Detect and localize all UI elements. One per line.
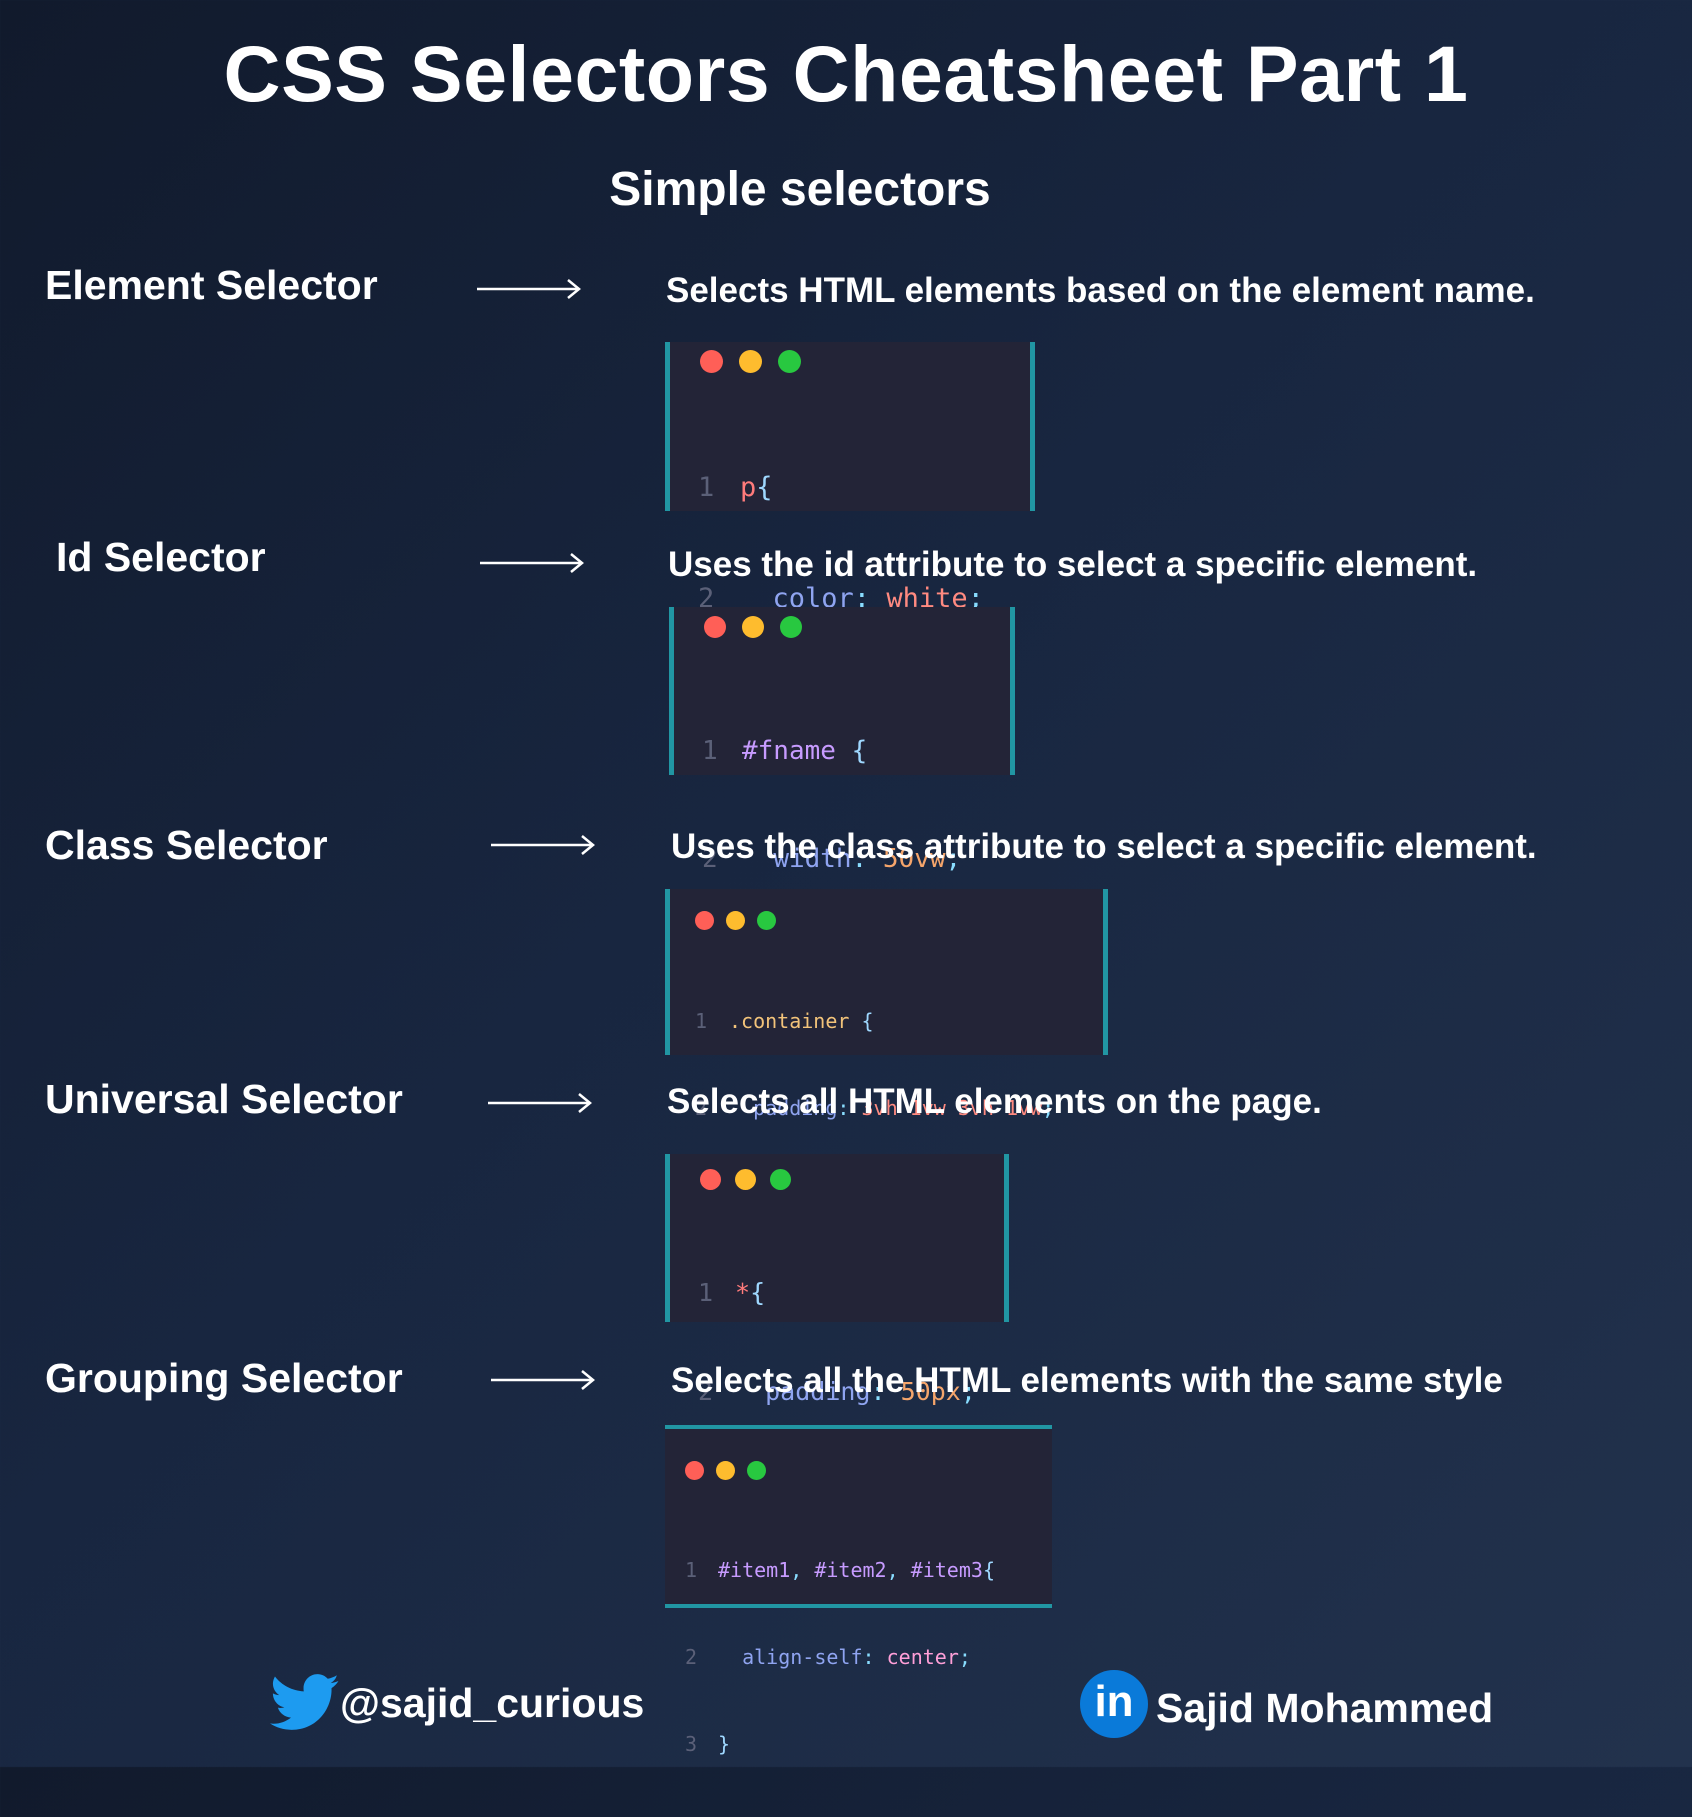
element-selector-description: Selects HTML elements based on the eleme… [666, 271, 1535, 310]
linkedin-icon[interactable]: in [1080, 1670, 1148, 1738]
universal-selector-title: Universal Selector [45, 1076, 403, 1122]
arrow-right-icon [480, 552, 586, 574]
maximize-dot-icon [747, 1461, 766, 1480]
window-controls [700, 1169, 791, 1190]
class-selector-title: Class Selector [45, 822, 328, 868]
code-line: 1 p{ [698, 472, 773, 503]
maximize-dot-icon [770, 1169, 791, 1190]
code-line: 1 #item1, #item2, #item3{ [685, 1558, 995, 1582]
close-dot-icon [704, 616, 726, 638]
close-dot-icon [700, 350, 723, 373]
linkedin-name[interactable]: Sajid Mohammed [1156, 1685, 1493, 1732]
id-selector-description: Uses the id attribute to select a specif… [668, 545, 1478, 584]
close-dot-icon [695, 911, 714, 930]
grouping-selector-code-card: 1 #item1, #item2, #item3{ 2 align-self: c… [665, 1425, 1052, 1756]
minimize-dot-icon [739, 350, 762, 373]
window-controls [704, 616, 802, 638]
maximize-dot-icon [757, 911, 776, 930]
window-controls [685, 1461, 766, 1480]
twitter-bird-icon[interactable] [270, 1673, 340, 1733]
page-title: CSS Selectors Cheatsheet Part 1 [223, 29, 1469, 118]
minimize-dot-icon [726, 911, 745, 930]
universal-selector-code-card: 1*{ 2 padding: 50px; 3} [665, 1154, 1009, 1505]
twitter-handle[interactable]: @sajid_curious [340, 1680, 644, 1727]
window-controls [695, 911, 776, 930]
linkedin-icon-text: in [1094, 1677, 1134, 1726]
id-selector-title: Id Selector [56, 534, 266, 580]
minimize-dot-icon [742, 616, 764, 638]
minimize-dot-icon [735, 1169, 756, 1190]
code-line: 1 *{ [698, 1278, 766, 1307]
minimize-dot-icon [716, 1461, 735, 1480]
code-block: 1 #item1, #item2, #item3{ 2 align-self: c… [685, 1498, 995, 1817]
arrow-right-icon [488, 1092, 594, 1114]
arrow-right-icon [491, 1369, 597, 1391]
class-selector-code-card: 1 .container { 2 padding: 3vh 1vw 3vh 1vw… [665, 889, 1108, 1207]
element-selector-title: Element Selector [45, 262, 378, 308]
window-controls [700, 350, 801, 373]
close-dot-icon [700, 1169, 721, 1190]
code-line: 1 #fname { [702, 736, 868, 766]
grouping-selector-description: Selects all the HTML elements with the s… [671, 1361, 1503, 1400]
code-line: 1 .container { [695, 1009, 874, 1033]
code-line: 3} [685, 1732, 731, 1756]
grouping-selector-title: Grouping Selector [45, 1355, 403, 1401]
id-selector-code-card: 1#fname { 2 width: 50vw; 3} [669, 607, 1015, 982]
arrow-right-icon [477, 278, 583, 300]
close-dot-icon [685, 1461, 704, 1480]
arrow-right-icon [491, 834, 597, 856]
section-title: Simple selectors [609, 163, 991, 216]
class-selector-description: Uses the class attribute to select a spe… [671, 827, 1537, 866]
maximize-dot-icon [780, 616, 802, 638]
code-line: 2 align-self: center; [685, 1645, 971, 1669]
element-selector-code-card: 1p{ 2 color: white; 3} [665, 342, 1035, 725]
maximize-dot-icon [778, 350, 801, 373]
universal-selector-description: Selects all HTML elements on the page. [667, 1082, 1322, 1121]
